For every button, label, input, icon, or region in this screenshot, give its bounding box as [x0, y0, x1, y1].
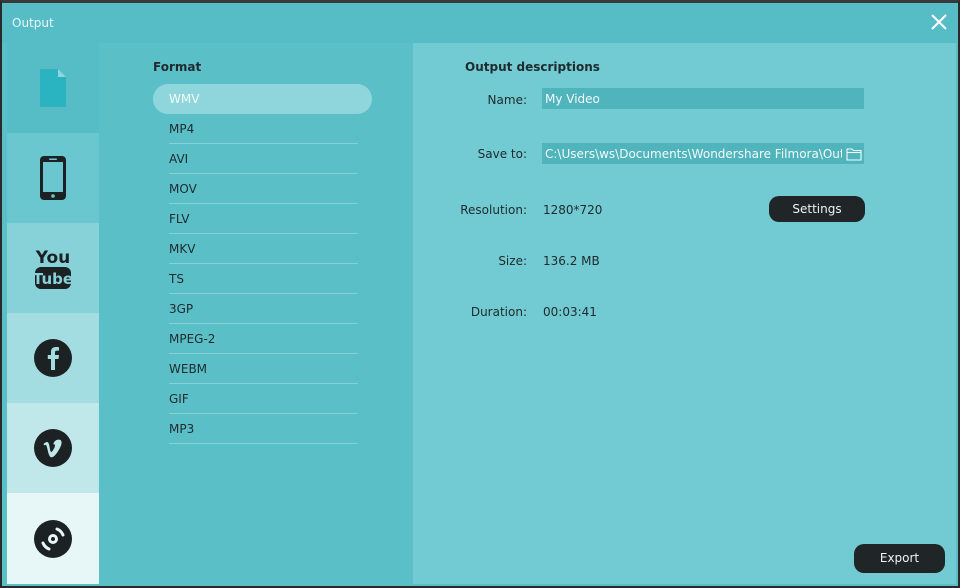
save-path-input[interactable]	[542, 143, 864, 164]
format-item-mp3[interactable]: MP3	[153, 414, 372, 444]
rail-item-youtube[interactable]: You Tube	[7, 223, 99, 313]
facebook-icon	[34, 339, 72, 377]
format-item-mpeg-2[interactable]: MPEG-2	[153, 324, 372, 354]
svg-text:Tube: Tube	[33, 270, 73, 288]
close-icon	[931, 14, 947, 30]
resolution-label: Resolution:	[460, 203, 527, 217]
format-item-3gp[interactable]: 3GP	[153, 294, 372, 324]
output-descriptions-panel: Output descriptions Name: Save to: Resol…	[413, 43, 956, 584]
resolution-value: 1280*720	[543, 203, 603, 217]
format-item-mkv[interactable]: MKV	[153, 234, 372, 264]
output-dialog: Output You Tube Format WMV MP4 AVI MOV F…	[0, 0, 960, 588]
window-title: Output	[12, 16, 54, 30]
folder-icon[interactable]	[846, 147, 862, 161]
save-to-label: Save to:	[477, 147, 527, 161]
rail-item-local[interactable]	[7, 43, 113, 133]
format-item-wmv[interactable]: WMV	[153, 84, 372, 114]
rail-item-facebook[interactable]	[7, 313, 99, 403]
format-panel: Format WMV MP4 AVI MOV FLV MKV TS 3GP MPEG-2 WEBM…	[99, 43, 413, 584]
format-item-webm[interactable]: WEBM	[153, 354, 372, 384]
output-descriptions-title: Output descriptions	[465, 60, 600, 74]
settings-button[interactable]: Settings	[769, 196, 865, 222]
rail-item-device[interactable]	[7, 133, 99, 223]
duration-value: 00:03:41	[543, 305, 597, 319]
format-list: WMV MP4 AVI MOV FLV MKV TS 3GP MPEG-2 WEBM GIF MP3	[153, 84, 372, 444]
export-button[interactable]: Export	[854, 544, 945, 573]
format-item-gif[interactable]: GIF	[153, 384, 372, 414]
disc-icon	[34, 519, 72, 558]
name-input[interactable]	[542, 88, 864, 109]
rail-item-dvd[interactable]	[7, 493, 99, 584]
duration-label: Duration:	[470, 305, 527, 319]
format-item-mov[interactable]: MOV	[153, 174, 372, 204]
format-item-ts[interactable]: TS	[153, 264, 372, 294]
smartphone-icon	[40, 156, 66, 200]
title-bar: Output	[2, 3, 958, 43]
size-label: Size:	[498, 254, 527, 268]
youtube-icon: You Tube	[33, 248, 73, 289]
format-item-mp4[interactable]: MP4	[153, 114, 372, 144]
document-icon	[40, 69, 66, 107]
rail-item-vimeo[interactable]	[7, 403, 99, 493]
destination-rail: You Tube	[7, 43, 113, 584]
svg-text:You: You	[35, 248, 71, 268]
vimeo-icon	[34, 429, 72, 467]
size-value: 136.2 MB	[543, 254, 600, 268]
name-label: Name:	[487, 93, 527, 107]
close-button[interactable]	[928, 11, 950, 33]
format-item-flv[interactable]: FLV	[153, 204, 372, 234]
format-title: Format	[153, 60, 202, 74]
format-item-avi[interactable]: AVI	[153, 144, 372, 174]
